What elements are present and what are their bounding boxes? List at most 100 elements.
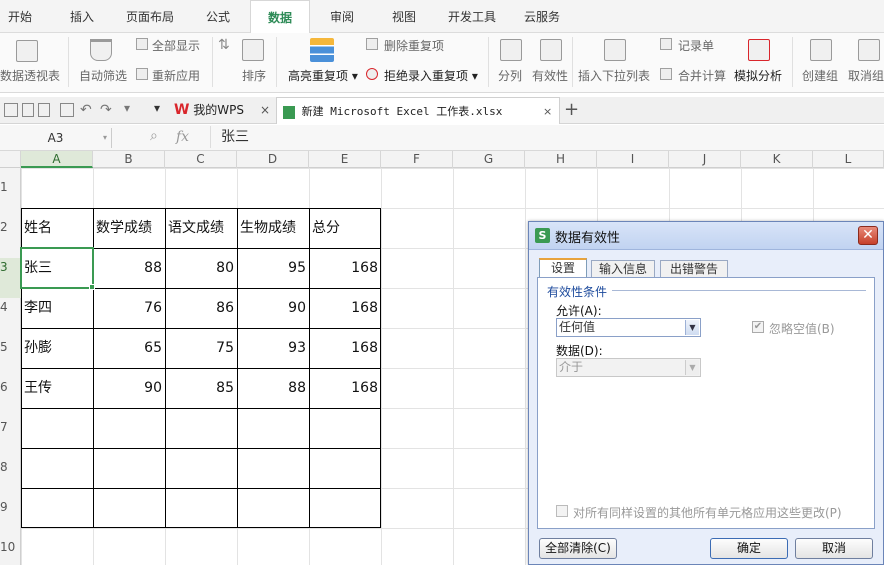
table-cell[interactable]: 75 (165, 328, 237, 368)
column-header-e[interactable]: E (309, 151, 381, 168)
show-all-button[interactable]: 全部显示 (152, 37, 200, 54)
tab-excel-file[interactable]: 新建 Microsoft Excel 工作表.xlsx × (276, 97, 560, 124)
highlight-duplicates-button[interactable]: 高亮重复项 ▾ (288, 67, 358, 84)
save-icon[interactable] (4, 103, 18, 117)
tab-data[interactable]: 数据 (250, 0, 310, 34)
consolidate-button[interactable]: 合并计算 (678, 67, 726, 84)
table-cell[interactable]: 168 (309, 368, 381, 408)
tab-cloud[interactable]: 云服务 (516, 0, 568, 33)
row-number-selected[interactable]: 3 (0, 258, 21, 298)
sort-button[interactable]: 排序 (242, 67, 266, 84)
fill-handle[interactable] (89, 284, 95, 290)
table-cell[interactable]: 90 (93, 368, 165, 408)
select-all-corner[interactable] (0, 151, 21, 168)
row-number[interactable]: 6 (0, 380, 21, 394)
ungroup-button[interactable]: 取消组 (848, 67, 884, 84)
print-icon[interactable] (38, 103, 50, 117)
row-number[interactable]: 8 (0, 460, 21, 474)
record-form-button[interactable]: 记录单 (678, 37, 714, 54)
column-header-g[interactable]: G (453, 151, 525, 168)
column-header-k[interactable]: K (741, 151, 813, 168)
table-cell[interactable]: 孙膨 (21, 328, 93, 368)
table-cell[interactable]: 88 (237, 368, 309, 408)
autofilter-button[interactable]: 自动筛选 (79, 67, 127, 84)
apply-to-all-checkbox[interactable] (556, 505, 568, 517)
table-header-cell[interactable]: 数学成绩 (93, 208, 165, 248)
table-cell[interactable]: 168 (309, 288, 381, 328)
reject-duplicates-button[interactable]: 拒绝录入重复项 ▾ (384, 67, 478, 84)
column-header-b[interactable]: B (93, 151, 165, 168)
tab-home[interactable]: 开始 (0, 0, 40, 33)
undo-icon[interactable]: ↶ (80, 102, 92, 118)
insert-dropdown-button[interactable]: 插入下拉列表 (578, 67, 650, 84)
tab-settings[interactable]: 设置 (539, 258, 587, 277)
table-cell[interactable]: 168 (309, 328, 381, 368)
allow-select[interactable]: 任何值 ▼ (556, 318, 701, 337)
tab-insert[interactable]: 插入 (58, 0, 106, 33)
row-number[interactable]: 7 (0, 420, 21, 434)
row-number[interactable]: 9 (0, 500, 21, 514)
what-if-button[interactable]: 模拟分析 (734, 67, 782, 84)
table-cell[interactable]: 95 (237, 248, 309, 288)
tab-input-message[interactable]: 输入信息 (591, 260, 655, 277)
remove-duplicates-button[interactable]: 删除重复项 (384, 37, 444, 54)
row-number[interactable]: 2 (0, 220, 21, 234)
quick-access-menu-icon[interactable]: ▾ (124, 101, 130, 115)
column-header-l[interactable]: L (813, 151, 884, 168)
tab-developer[interactable]: 开发工具 (440, 0, 504, 33)
table-header-cell[interactable]: 总分 (309, 208, 381, 248)
close-tab-icon[interactable]: × (543, 98, 552, 125)
table-header-cell[interactable]: 姓名 (21, 208, 93, 248)
pivot-table-button[interactable]: 数据透视表 (0, 67, 60, 84)
column-header-d[interactable]: D (237, 151, 309, 168)
row-number[interactable]: 4 (0, 300, 21, 314)
table-header-cell[interactable]: 语文成绩 (165, 208, 237, 248)
print-preview-icon[interactable] (60, 103, 74, 117)
chevron-down-icon[interactable]: ▾ (103, 128, 107, 148)
zoom-icon[interactable]: ⌕ (150, 128, 158, 144)
close-tab-icon[interactable]: × (260, 97, 270, 124)
group-button[interactable]: 创建组 (802, 67, 838, 84)
column-header-j[interactable]: J (669, 151, 741, 168)
table-cell[interactable]: 李四 (21, 288, 93, 328)
tab-page-layout[interactable]: 页面布局 (118, 0, 182, 33)
dialog-title-bar[interactable]: S 数据有效性 ✕ (529, 222, 883, 250)
text-to-columns-button[interactable]: 分列 (498, 67, 522, 84)
name-box[interactable]: A3 ▾ (0, 128, 112, 148)
table-cell[interactable]: 90 (237, 288, 309, 328)
table-cell[interactable]: 76 (93, 288, 165, 328)
active-cell-selection[interactable] (20, 247, 94, 289)
table-cell[interactable]: 93 (237, 328, 309, 368)
sort-asc-icon[interactable]: ⇅ (218, 37, 230, 53)
cancel-button[interactable]: 取消 (795, 538, 873, 559)
close-icon[interactable]: ✕ (858, 226, 878, 245)
clear-all-button[interactable]: 全部清除(C) (539, 538, 617, 559)
table-cell[interactable]: 88 (93, 248, 165, 288)
redo-icon[interactable]: ↷ (100, 102, 112, 118)
table-cell[interactable]: 65 (93, 328, 165, 368)
table-cell[interactable]: 王传 (21, 368, 93, 408)
fx-icon[interactable]: fx (176, 129, 189, 145)
more-icon[interactable]: ▾ (154, 101, 160, 115)
reapply-button[interactable]: 重新应用 (152, 67, 200, 84)
data-validation-button[interactable]: 有效性 (532, 67, 568, 84)
row-number[interactable]: 5 (0, 340, 21, 354)
column-header-a[interactable]: A (21, 151, 93, 168)
tab-my-wps[interactable]: W 我的WPS × (174, 97, 274, 124)
export-pdf-icon[interactable] (22, 103, 34, 117)
table-cell[interactable]: 80 (165, 248, 237, 288)
column-header-c[interactable]: C (165, 151, 237, 168)
column-header-f[interactable]: F (381, 151, 453, 168)
tab-error-alert[interactable]: 出错警告 (660, 260, 728, 277)
column-header-i[interactable]: I (597, 151, 669, 168)
row-number[interactable]: 10 (0, 540, 21, 554)
formula-input[interactable]: 张三 (210, 126, 884, 148)
tab-view[interactable]: 视图 (384, 0, 424, 33)
new-tab-icon[interactable]: + (564, 99, 579, 120)
ok-button[interactable]: 确定 (710, 538, 788, 559)
table-cell[interactable]: 85 (165, 368, 237, 408)
data-select[interactable]: 介于 ▼ (556, 358, 701, 377)
ignore-blank-checkbox[interactable]: ✔ (752, 321, 764, 333)
table-header-cell[interactable]: 生物成绩 (237, 208, 309, 248)
table-cell[interactable]: 86 (165, 288, 237, 328)
